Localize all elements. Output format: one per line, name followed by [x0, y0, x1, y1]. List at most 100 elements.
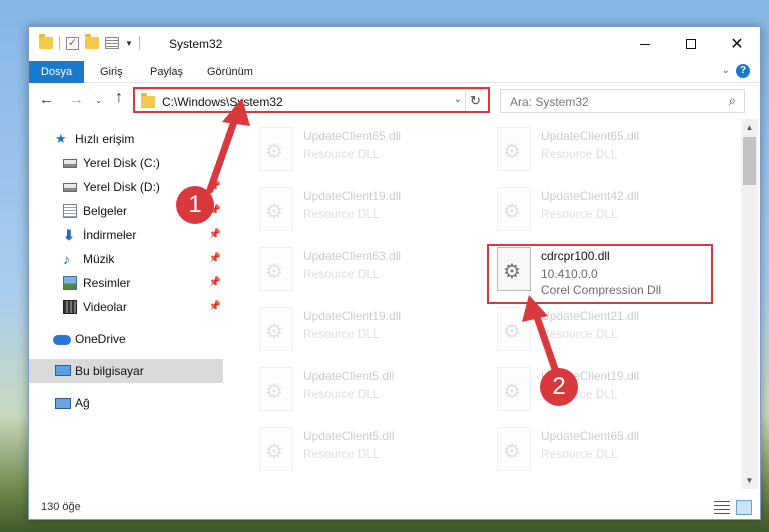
- star-icon: ★: [55, 131, 67, 146]
- recent-locations-chevron-icon[interactable]: ⌄: [95, 95, 103, 106]
- file-description: Resource DLL: [303, 147, 380, 161]
- file-description: Resource DLL: [303, 447, 380, 461]
- large-icons-view-icon[interactable]: [736, 500, 752, 515]
- tab-view[interactable]: Görünüm: [207, 61, 253, 83]
- ribbon-tabs: Dosya Giriş Paylaş Görünüm ⌄ ?: [29, 61, 760, 83]
- file-name: UpdateClient42.dll: [541, 189, 640, 203]
- file-tile[interactable]: UpdateClient5.dll Resource DLL: [247, 363, 467, 417]
- disk-icon: [63, 183, 77, 192]
- item-count: 130 öğe: [41, 501, 81, 513]
- dll-file-icon: [259, 247, 293, 291]
- close-icon: ✕: [730, 36, 744, 53]
- file-description: Resource DLL: [303, 327, 380, 341]
- sidebar-item-label: Ağ: [75, 396, 90, 410]
- dll-file-icon: [259, 187, 293, 231]
- properties-check-icon[interactable]: ✓: [66, 36, 79, 50]
- computer-icon: [55, 365, 71, 376]
- sidebar-item-pictures[interactable]: Resimler 📌: [29, 271, 223, 295]
- sidebar-item-videos[interactable]: Videolar 📌: [29, 295, 223, 319]
- file-name: UpdateClient21.dll: [541, 309, 640, 323]
- details-view-icon[interactable]: [714, 501, 730, 514]
- forward-arrow-icon[interactable]: →: [69, 91, 84, 108]
- address-highlight-box: [133, 87, 490, 113]
- scroll-up-arrow-icon[interactable]: ▲: [741, 119, 758, 136]
- file-tile[interactable]: UpdateClient19.dll Resource DLL: [485, 363, 705, 417]
- pin-icon[interactable]: 📌: [209, 271, 221, 295]
- maximize-button[interactable]: [668, 27, 714, 61]
- quick-access-toolbar: ✓ ▼: [39, 34, 140, 50]
- expand-ribbon-chevron-icon[interactable]: ⌄: [722, 65, 730, 76]
- help-icon[interactable]: ?: [736, 64, 750, 78]
- file-tile[interactable]: UpdateClient65.dll Resource DLL: [247, 123, 467, 177]
- music-icon: ♪: [63, 251, 70, 267]
- file-description: Resource DLL: [541, 447, 618, 461]
- sidebar-item-label: Hızlı erişim: [75, 132, 135, 146]
- properties-icon[interactable]: [105, 37, 119, 49]
- file-highlight-box: [487, 244, 713, 304]
- window-title: System32: [169, 37, 223, 51]
- dll-file-icon: [259, 127, 293, 171]
- pin-icon[interactable]: 📌: [209, 295, 221, 319]
- callout-2: 2: [540, 368, 578, 406]
- file-tile[interactable]: UpdateClient63.dll Resource DLL: [247, 243, 467, 297]
- pin-icon[interactable]: 📌: [209, 247, 221, 271]
- sidebar-item-label: Müzik: [83, 252, 115, 266]
- search-input[interactable]: Ara: System32 ⌕: [500, 89, 745, 113]
- file-tile[interactable]: UpdateClient5.dll Resource DLL: [247, 423, 467, 477]
- close-button[interactable]: ✕: [714, 27, 760, 61]
- customize-toolbar-caret-icon[interactable]: ▼: [125, 39, 133, 48]
- sidebar-item-label: Resimler: [83, 276, 131, 290]
- up-arrow-icon[interactable]: ↑: [115, 89, 123, 107]
- file-description: Resource DLL: [541, 147, 618, 161]
- pictures-icon: [63, 276, 77, 290]
- new-folder-icon[interactable]: [85, 34, 99, 49]
- file-name: UpdateClient65.dll: [303, 129, 402, 143]
- tab-home[interactable]: Giriş: [100, 61, 123, 83]
- sidebar-item-music[interactable]: ♪ Müzik 📌: [29, 247, 223, 271]
- file-name: UpdateClient63.dll: [303, 249, 402, 263]
- dll-file-icon: [497, 187, 531, 231]
- file-tile[interactable]: UpdateClient65.dll Resource DLL: [485, 123, 705, 177]
- tab-file[interactable]: Dosya: [29, 61, 84, 83]
- file-description: Resource DLL: [303, 387, 380, 401]
- file-tile[interactable]: UpdateClient19.dll Resource DLL: [247, 303, 467, 357]
- file-description: Resource DLL: [541, 327, 618, 341]
- explorer-window: ✓ ▼ System32 ✕ Dosya Giriş Paylaş Görünü…: [28, 26, 761, 520]
- sidebar-item-local-disk-c[interactable]: Yerel Disk (C:): [29, 151, 223, 175]
- file-name: UpdateClient19.dll: [303, 309, 402, 323]
- dll-file-icon: [497, 427, 531, 471]
- folder-icon: [39, 34, 53, 49]
- cloud-icon: [53, 335, 71, 345]
- sidebar-item-label: Belgeler: [83, 204, 128, 218]
- file-name: UpdateClient5.dll: [303, 369, 395, 383]
- network-icon: [55, 398, 71, 409]
- pin-icon[interactable]: 📌: [209, 223, 221, 247]
- sidebar-item-network[interactable]: Ağ: [29, 391, 223, 415]
- sidebar-item-this-pc[interactable]: Bu bilgisayar: [29, 359, 223, 383]
- file-tile[interactable]: UpdateClient21.dll Resource DLL: [485, 303, 705, 357]
- minimize-button[interactable]: [622, 27, 668, 61]
- dll-file-icon: [259, 307, 293, 351]
- file-tile[interactable]: UpdateClient65.dll Resource DLL: [485, 423, 705, 477]
- sidebar-item-onedrive[interactable]: OneDrive: [29, 327, 223, 351]
- file-description: Resource DLL: [541, 207, 618, 221]
- file-tile[interactable]: UpdateClient42.dll Resource DLL: [485, 183, 705, 237]
- sidebar-item-quick-access[interactable]: ★ Hızlı erişim: [29, 127, 223, 151]
- file-list: UpdateClient65.dll Resource DLL UpdateCl…: [229, 119, 741, 499]
- file-name: UpdateClient65.dll: [541, 129, 640, 143]
- search-icon[interactable]: ⌕: [729, 93, 736, 109]
- file-name: UpdateClient19.dll: [303, 189, 402, 203]
- dll-file-icon: [497, 367, 531, 411]
- scroll-thumb[interactable]: [743, 137, 756, 185]
- scroll-down-arrow-icon[interactable]: ▼: [741, 472, 758, 489]
- toolbar-divider: [138, 36, 140, 50]
- back-arrow-icon[interactable]: ←: [39, 91, 54, 108]
- sidebar-item-downloads[interactable]: ⬇ İndirmeler 📌: [29, 223, 223, 247]
- toolbar-divider: [59, 36, 60, 50]
- minimize-icon: [640, 43, 650, 45]
- sidebar-item-label: Videolar: [83, 300, 127, 314]
- status-bar: 130 öğe: [29, 497, 760, 519]
- tab-share[interactable]: Paylaş: [150, 61, 183, 83]
- file-tile[interactable]: UpdateClient19.dll Resource DLL: [247, 183, 467, 237]
- vertical-scrollbar[interactable]: ▲ ▼: [741, 119, 758, 489]
